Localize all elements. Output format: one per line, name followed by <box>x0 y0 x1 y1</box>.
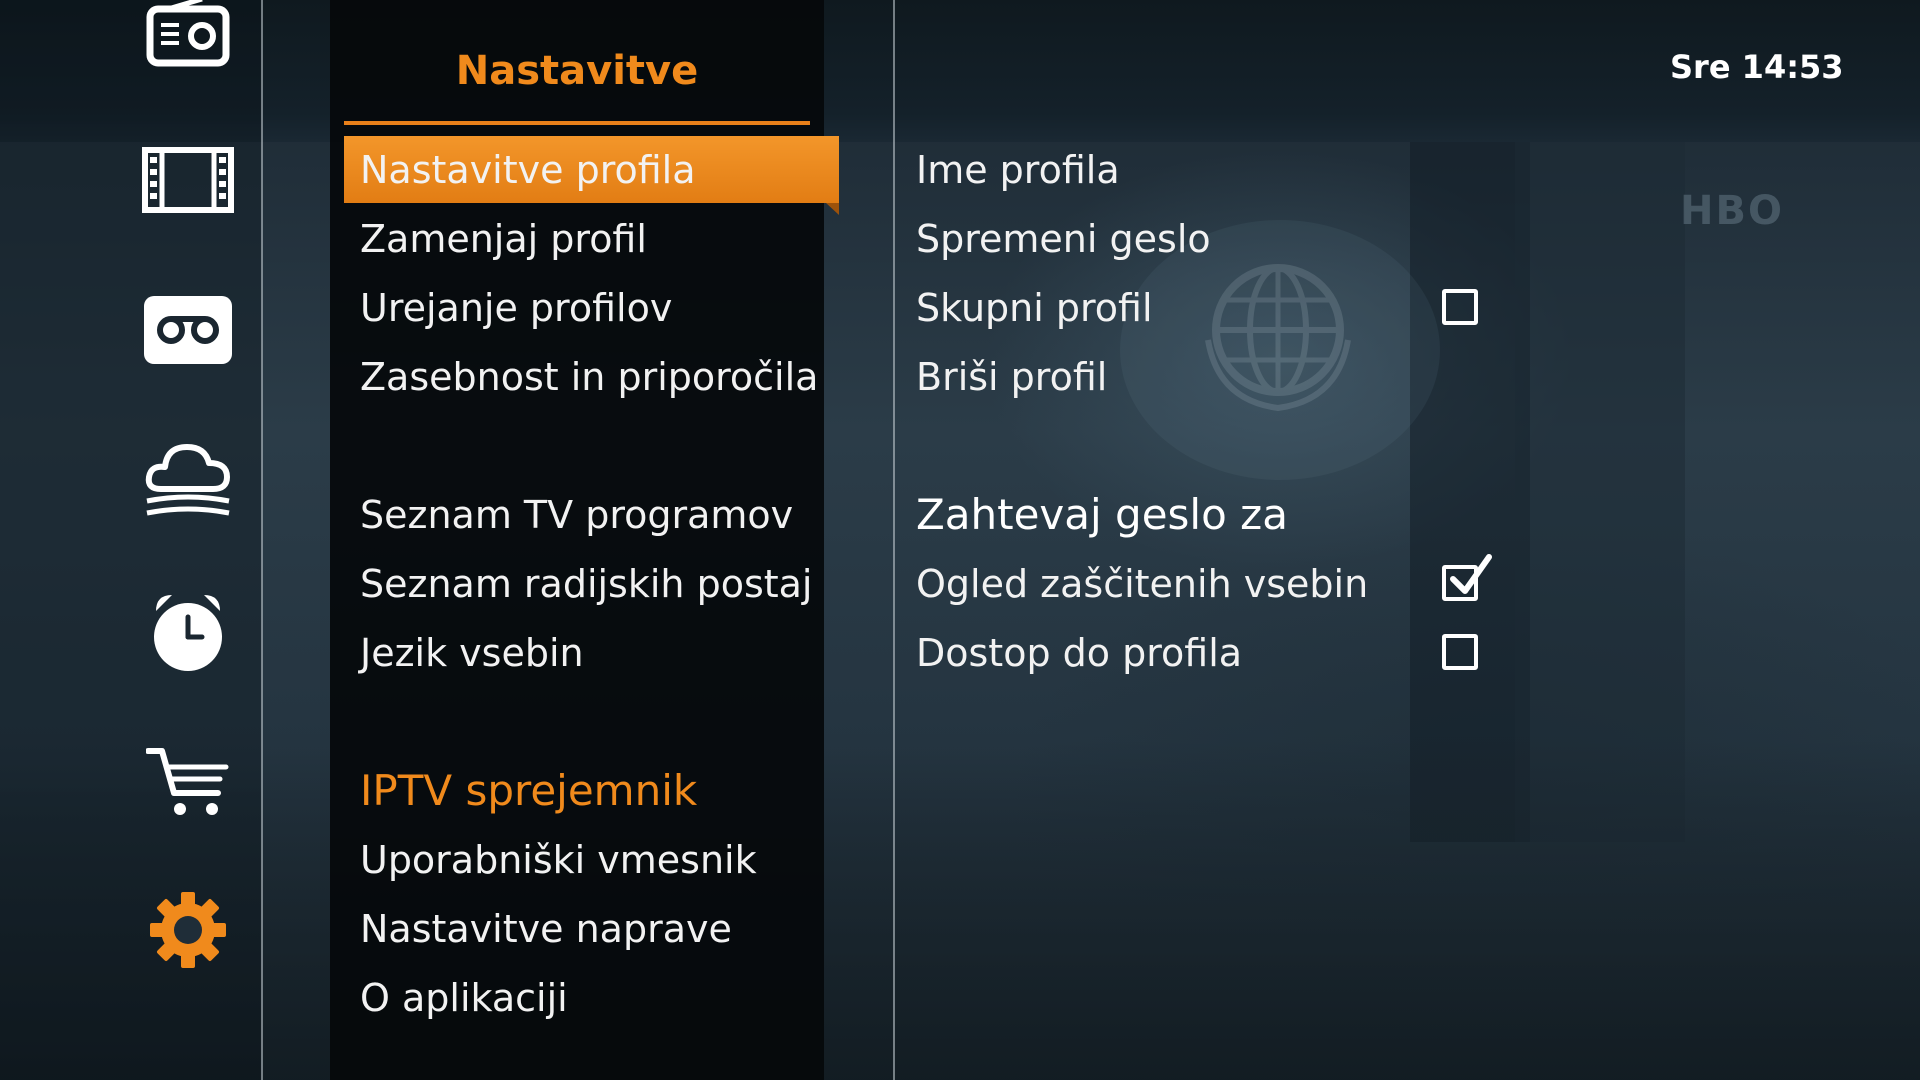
background-floor <box>0 740 1920 1080</box>
clock: Sre 14:53 <box>1670 48 1844 86</box>
menu-title: Nastavitve <box>455 48 699 94</box>
channel-logo: HBO <box>1680 188 1784 234</box>
detail-item-delete-profile[interactable]: Briši profil <box>916 354 1107 400</box>
gear-icon[interactable] <box>138 880 238 980</box>
menu-item-user-interface[interactable]: Uporabniški vmesnik <box>360 837 757 883</box>
shared-profile-checkbox[interactable] <box>1442 289 1478 325</box>
top-band <box>0 0 1920 142</box>
menu-item-device-settings[interactable]: Nastavitve naprave <box>360 906 732 952</box>
rail-divider <box>261 0 263 1080</box>
profile-access-checkbox[interactable] <box>1442 634 1478 670</box>
menu-title-underline <box>344 121 810 125</box>
menu-item-privacy[interactable]: Zasebnost in priporočila <box>360 354 818 400</box>
background-pillar <box>1515 142 1685 842</box>
menu-item-profile-settings[interactable]: Nastavitve profila <box>360 147 696 193</box>
detail-divider <box>893 0 895 1080</box>
detail-item-change-password[interactable]: Spremeni geslo <box>916 216 1211 262</box>
film-icon[interactable] <box>138 130 238 230</box>
radio-icon[interactable] <box>138 0 238 84</box>
menu-item-edit-profiles[interactable]: Urejanje profilov <box>360 285 672 331</box>
detail-item-protected-content[interactable]: Ogled zaščitenih vsebin <box>916 561 1368 607</box>
detail-item-profile-access[interactable]: Dostop do profila <box>916 630 1242 676</box>
password-required-heading: Zahtevaj geslo za <box>916 490 1288 539</box>
checkmark-icon <box>1450 554 1492 594</box>
detail-item-shared-profile[interactable]: Skupni profil <box>916 285 1153 331</box>
recording-icon[interactable] <box>138 280 238 380</box>
alarm-clock-icon[interactable] <box>138 582 238 682</box>
menu-item-radio-station-list[interactable]: Seznam radijskih postaj <box>360 561 813 607</box>
detail-item-profile-name[interactable]: Ime profila <box>916 147 1120 193</box>
cloud-icon[interactable] <box>138 430 238 530</box>
menu-item-tv-channel-list[interactable]: Seznam TV programov <box>360 492 793 538</box>
bank-logo-watermark <box>1205 264 1351 412</box>
background-pillar <box>1410 142 1530 842</box>
menu-item-about-app[interactable]: O aplikaciji <box>360 975 568 1021</box>
shopping-cart-icon[interactable] <box>138 732 238 832</box>
menu-section-title: IPTV sprejemnik <box>360 766 698 815</box>
menu-item-content-language[interactable]: Jezik vsebin <box>360 630 584 676</box>
protected-content-checkbox[interactable] <box>1442 554 1492 601</box>
menu-item-switch-profile[interactable]: Zamenjaj profil <box>360 216 647 262</box>
selected-item-tab <box>826 203 839 215</box>
